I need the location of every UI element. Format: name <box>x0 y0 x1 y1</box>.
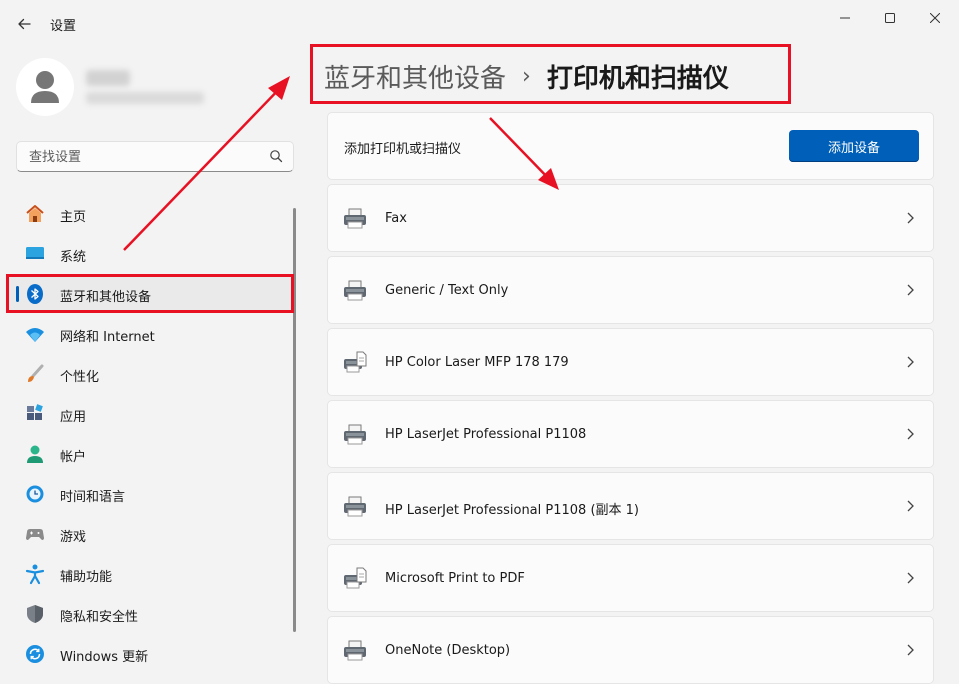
chevron-right-icon <box>907 212 914 224</box>
add-device-button[interactable]: 添加设备 <box>789 130 919 162</box>
title-bar: 设置 <box>0 0 959 44</box>
nav-item-apps[interactable]: 应用 <box>6 396 292 432</box>
nav-item-accessibility[interactable]: 辅助功能 <box>6 556 292 592</box>
nav-item-accounts[interactable]: 帐户 <box>6 436 292 472</box>
printer-icon <box>344 280 366 301</box>
chevron-right-icon <box>907 356 914 368</box>
printer-item-hp-laserjet-p1108[interactable]: HP LaserJet Professional P1108 <box>327 400 934 468</box>
printer-document-icon <box>344 351 367 373</box>
search-icon <box>270 150 283 163</box>
selection-indicator <box>16 286 19 302</box>
bluetooth-icon <box>24 283 46 305</box>
breadcrumb-parent[interactable]: 蓝牙和其他设备 <box>324 58 506 95</box>
user-name-redacted <box>86 70 130 86</box>
chevron-right-icon <box>907 572 914 584</box>
close-icon <box>930 13 940 23</box>
printer-icon <box>344 208 366 229</box>
home-icon <box>24 203 46 225</box>
search-input[interactable] <box>27 142 261 173</box>
printer-item-hp-color-laser[interactable]: HP Color Laser MFP 178 179 <box>327 328 934 396</box>
apps-icon <box>24 403 46 425</box>
printer-item-generic-text-only[interactable]: Generic / Text Only <box>327 256 934 324</box>
avatar[interactable] <box>16 58 74 116</box>
minimize-button[interactable] <box>822 4 868 32</box>
nav-item-personalization[interactable]: 个性化 <box>6 356 292 392</box>
gamepad-icon <box>24 523 46 545</box>
nav-item-home[interactable]: 主页 <box>6 196 292 232</box>
accessibility-icon <box>24 563 46 585</box>
page-title: 打印机和扫描仪 <box>546 63 729 94</box>
add-printer-card: 添加打印机或扫描仪 添加设备 <box>327 112 934 180</box>
nav-item-network[interactable]: 网络和 Internet <box>6 316 292 352</box>
maximize-button[interactable] <box>867 4 913 32</box>
shield-icon <box>24 603 46 625</box>
printer-icon <box>344 424 366 445</box>
nav-item-time-language[interactable]: 时间和语言 <box>6 476 292 512</box>
search-box[interactable] <box>16 141 294 173</box>
printer-document-icon <box>344 567 367 589</box>
nav-item-bluetooth[interactable]: 蓝牙和其他设备 <box>6 276 292 312</box>
back-arrow-icon <box>18 18 31 30</box>
brush-icon <box>24 363 46 385</box>
nav-item-privacy[interactable]: 隐私和安全性 <box>6 596 292 632</box>
account-icon <box>24 443 46 465</box>
app-title: 设置 <box>50 19 77 34</box>
sidebar-scrollbar[interactable] <box>293 208 296 632</box>
breadcrumb-separator: › <box>522 63 531 89</box>
user-email-redacted <box>86 92 204 104</box>
breadcrumb: 蓝牙和其他设备 › 打印机和扫描仪 <box>324 58 729 94</box>
printer-icon <box>344 640 366 661</box>
nav-item-system[interactable]: 系统 <box>6 236 292 272</box>
back-button[interactable] <box>10 10 38 38</box>
printer-item-fax[interactable]: Fax <box>327 184 934 252</box>
add-printer-label: 添加打印机或扫描仪 <box>344 142 462 157</box>
update-icon <box>24 643 46 665</box>
minimize-icon <box>840 17 850 19</box>
printer-item-microsoft-print-to-pdf[interactable]: Microsoft Print to PDF <box>327 544 934 612</box>
clock-globe-icon <box>24 483 46 505</box>
printer-item-onenote-desktop[interactable]: OneNote (Desktop) <box>327 616 934 684</box>
chevron-right-icon <box>907 428 914 440</box>
printer-icon <box>344 496 366 517</box>
maximize-icon <box>885 13 895 23</box>
chevron-right-icon <box>907 644 914 656</box>
printer-item-hp-laserjet-p1108-copy[interactable]: HP LaserJet Professional P1108 (副本 1) <box>327 472 934 540</box>
arrow-to-breadcrumb-head <box>268 76 290 100</box>
chevron-right-icon <box>907 284 914 296</box>
chevron-right-icon <box>907 500 914 512</box>
wifi-icon <box>24 323 46 345</box>
user-icon <box>31 71 59 103</box>
system-icon <box>24 243 46 265</box>
close-button[interactable] <box>912 4 958 32</box>
nav-item-gaming[interactable]: 游戏 <box>6 516 292 552</box>
nav-item-windows-update[interactable]: Windows 更新 <box>6 636 292 672</box>
